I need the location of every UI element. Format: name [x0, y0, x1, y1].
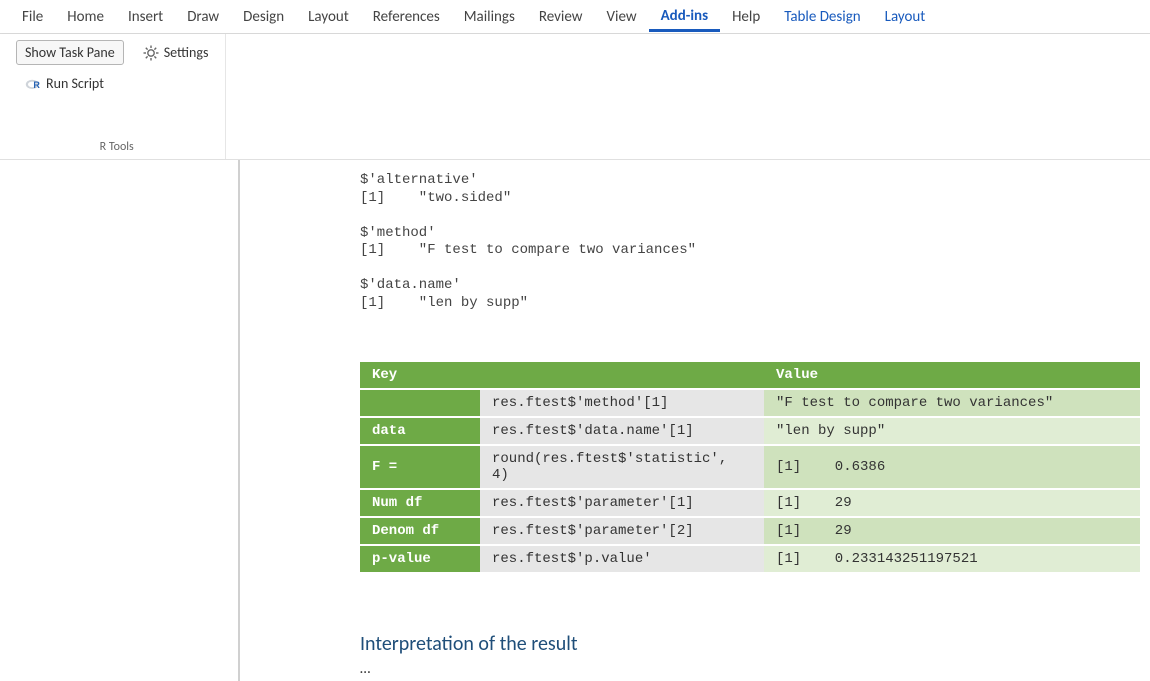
ribbon-tabs: File Home Insert Draw Design Layout Refe…	[0, 0, 1150, 34]
tab-help[interactable]: Help	[720, 2, 772, 32]
show-task-pane-button[interactable]: Show Task Pane	[16, 40, 124, 65]
table-row[interactable]: data res.ftest$'data.name'[1] "len by su…	[360, 417, 1140, 445]
tab-file[interactable]: File	[10, 2, 55, 32]
run-script-button[interactable]: R Run Script	[16, 71, 113, 96]
row-label: Denom df	[360, 517, 480, 545]
gear-icon	[143, 45, 159, 61]
table-row[interactable]: res.ftest$'method'[1] "F test to compare…	[360, 389, 1140, 417]
run-script-label: Run Script	[46, 75, 104, 92]
row-code: res.ftest$'data.name'[1]	[480, 417, 764, 445]
table-row[interactable]: F = round(res.ftest$'statistic', 4) [1] …	[360, 445, 1140, 489]
document-area: $'alternative' [1] "two.sided" $'method'…	[0, 160, 1150, 681]
tab-layout[interactable]: Layout	[296, 2, 361, 32]
svg-text:R: R	[33, 80, 40, 90]
r-console-output: $'alternative' [1] "two.sided" $'method'…	[360, 172, 1140, 312]
row-code: res.ftest$'method'[1]	[480, 389, 764, 417]
tab-insert[interactable]: Insert	[116, 2, 175, 32]
tab-home[interactable]: Home	[55, 2, 116, 32]
table-row[interactable]: Denom df res.ftest$'parameter'[2] [1] 29	[360, 517, 1140, 545]
row-value: [1] 29	[764, 517, 1140, 545]
settings-label: Settings	[164, 44, 209, 61]
row-value: "len by supp"	[764, 417, 1140, 445]
section-body: …	[360, 660, 1140, 678]
tab-add-ins[interactable]: Add-ins	[649, 1, 721, 32]
table-row[interactable]: p-value res.ftest$'p.value' [1] 0.233143…	[360, 545, 1140, 573]
table-row[interactable]: Num df res.ftest$'parameter'[1] [1] 29	[360, 489, 1140, 517]
row-label: data	[360, 417, 480, 445]
page-gutter	[0, 160, 240, 681]
row-label: Num df	[360, 489, 480, 517]
row-value: [1] 29	[764, 489, 1140, 517]
tab-draw[interactable]: Draw	[175, 2, 231, 32]
row-code: res.ftest$'parameter'[1]	[480, 489, 764, 517]
row-label: F =	[360, 445, 480, 489]
page-content[interactable]: $'alternative' [1] "two.sided" $'method'…	[240, 160, 1150, 681]
ribbon-group-r-tools: Show Task Pane Settings R Run Script R T…	[10, 34, 226, 159]
row-label	[360, 389, 480, 417]
row-code: res.ftest$'parameter'[2]	[480, 517, 764, 545]
row-value: [1] 0.6386	[764, 445, 1140, 489]
row-value: [1] 0.233143251197521	[764, 545, 1140, 573]
show-task-pane-label: Show Task Pane	[25, 44, 115, 61]
tab-design[interactable]: Design	[231, 2, 296, 32]
table-header-row: Key Value	[360, 362, 1140, 389]
r-logo-icon: R	[25, 76, 41, 92]
tab-table-design[interactable]: Table Design	[772, 2, 872, 32]
header-value: Value	[764, 362, 1140, 389]
tab-mailings[interactable]: Mailings	[452, 2, 527, 32]
row-label: p-value	[360, 545, 480, 573]
tab-layout-contextual[interactable]: Layout	[873, 2, 938, 32]
tab-review[interactable]: Review	[527, 2, 595, 32]
row-value: "F test to compare two variances"	[764, 389, 1140, 417]
section-heading: Interpretation of the result	[360, 632, 1140, 656]
ribbon-group-label: R Tools	[16, 140, 217, 157]
settings-button[interactable]: Settings	[134, 40, 218, 65]
tab-view[interactable]: View	[594, 2, 648, 32]
ribbon-toolbar: Show Task Pane Settings R Run Script R T…	[0, 34, 1150, 160]
header-key: Key	[360, 362, 764, 389]
row-code: round(res.ftest$'statistic', 4)	[480, 445, 764, 489]
ftest-result-table[interactable]: Key Value res.ftest$'method'[1] "F test …	[360, 362, 1140, 574]
tab-references[interactable]: References	[361, 2, 452, 32]
row-code: res.ftest$'p.value'	[480, 545, 764, 573]
